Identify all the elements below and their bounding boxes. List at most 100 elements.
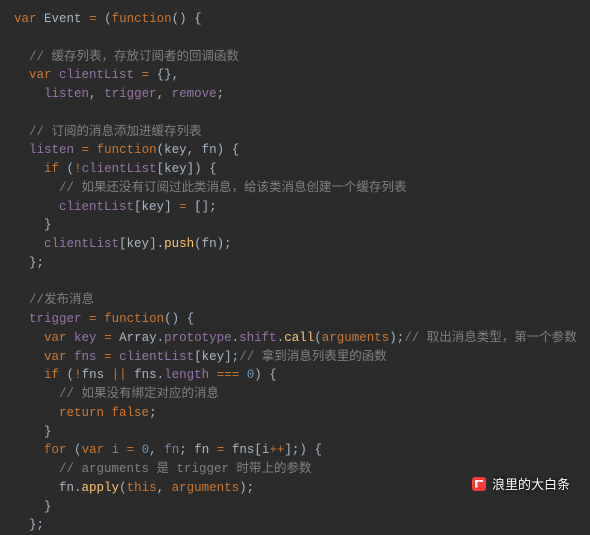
ident: clientList: [82, 162, 157, 176]
op: =: [104, 350, 112, 364]
arg: key: [202, 350, 225, 364]
bracket-dot: ].: [149, 237, 164, 251]
array: []: [194, 200, 209, 214]
brace: }: [44, 425, 52, 439]
keyword-var: var: [82, 443, 105, 457]
brace-semi: };: [29, 518, 44, 532]
ident: fns: [232, 443, 255, 457]
brace: }: [44, 500, 52, 514]
paren: ): [217, 143, 225, 157]
brace: }: [44, 218, 52, 232]
keyword-function: function: [112, 12, 172, 26]
inc: ++: [269, 443, 284, 457]
ident: key: [74, 331, 97, 345]
semi: ;: [179, 443, 187, 457]
paren: (: [67, 162, 75, 176]
op: =: [82, 143, 90, 157]
arguments: arguments: [322, 331, 390, 345]
bool: false: [112, 406, 150, 420]
arg: fn: [202, 237, 217, 251]
paren: (: [314, 331, 322, 345]
comma: ,: [157, 87, 165, 101]
paren: (: [119, 481, 127, 495]
bracket: [: [194, 350, 202, 364]
ident: fn: [194, 443, 209, 457]
comment: // 拿到消息列表里的函数: [239, 350, 387, 364]
ident: clientList: [119, 350, 194, 364]
paren: ): [194, 162, 202, 176]
method: apply: [82, 481, 120, 495]
semi: ;: [217, 87, 225, 101]
comma: ,: [89, 87, 97, 101]
comma: ,: [157, 481, 165, 495]
ident: listen: [29, 143, 74, 157]
not: !: [74, 162, 82, 176]
semi: ;: [247, 481, 255, 495]
comma: ,: [149, 443, 157, 457]
arguments: arguments: [172, 481, 240, 495]
paren: ): [254, 368, 262, 382]
keyword-if: if: [44, 368, 59, 382]
comma: ,: [172, 68, 180, 82]
semi: ;: [149, 406, 157, 420]
ident: fn: [164, 443, 179, 457]
comment: // 如果没有绑定对应的消息: [59, 387, 219, 401]
paren: ): [217, 237, 225, 251]
paren: ): [389, 331, 397, 345]
paren: (: [194, 237, 202, 251]
keyword-var: var: [44, 350, 67, 364]
prop: length: [164, 368, 209, 382]
brace: {: [269, 368, 277, 382]
ident: fns: [82, 368, 105, 382]
keyword-return: return: [59, 406, 104, 420]
method: push: [164, 237, 194, 251]
comment: // 如果还没有订阅过此类消息，给该类消息创建一个缓存列表: [59, 181, 407, 195]
paren: (: [67, 368, 75, 382]
ident: clientList: [44, 237, 119, 251]
not: !: [74, 368, 82, 382]
arg: key: [142, 200, 165, 214]
ident: fns: [134, 368, 157, 382]
bracket: [: [157, 162, 165, 176]
toutiao-icon: [472, 477, 486, 491]
comment: // 缓存列表，存放订阅者的回调函数: [29, 50, 239, 64]
ident: clientList: [59, 200, 134, 214]
keyword-for: for: [44, 443, 67, 457]
ident: trigger: [29, 312, 82, 326]
keyword-var: var: [14, 12, 37, 26]
parens: (): [172, 12, 187, 26]
ident: fns: [74, 350, 97, 364]
keyword-var: var: [29, 68, 52, 82]
paren: (: [74, 443, 82, 457]
brace: {: [194, 12, 202, 26]
braces: {}: [157, 68, 172, 82]
arg: key: [164, 162, 187, 176]
param: fn: [202, 143, 217, 157]
paren: ): [299, 443, 307, 457]
eq: ===: [217, 368, 240, 382]
op: =: [142, 68, 150, 82]
bracket: [: [134, 200, 142, 214]
op: =: [104, 331, 112, 345]
keyword-function: function: [104, 312, 164, 326]
method: call: [284, 331, 314, 345]
comment: //发布消息: [29, 293, 94, 307]
prop: shift: [239, 331, 277, 345]
paren: (: [104, 12, 112, 26]
ident: i: [112, 443, 120, 457]
bracket: ]: [284, 443, 292, 457]
comment: // 订阅的消息添加进缓存列表: [29, 125, 202, 139]
op: =: [127, 443, 135, 457]
code-block: var Event = (function() { // 缓存列表，存放订阅者的…: [14, 10, 576, 535]
arg: key: [127, 237, 150, 251]
op: =: [89, 312, 97, 326]
dot: .: [157, 331, 165, 345]
watermark-text: 浪里的大白条: [492, 477, 570, 492]
brace: {: [232, 143, 240, 157]
or: ||: [112, 368, 127, 382]
brace-semi: };: [29, 256, 44, 270]
keyword-var: var: [44, 331, 67, 345]
prop: prototype: [164, 331, 232, 345]
ident: fn: [59, 481, 74, 495]
semi: ;: [209, 200, 217, 214]
